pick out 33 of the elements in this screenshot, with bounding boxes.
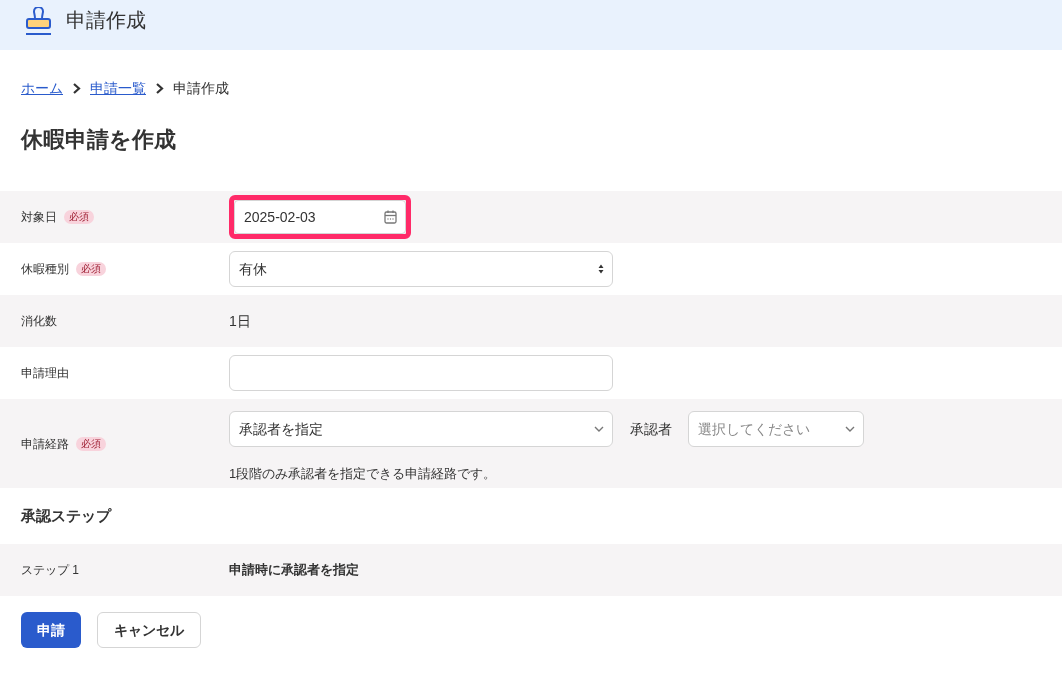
submit-button[interactable]: 申請 — [21, 612, 81, 648]
page-title: 申請作成 — [66, 8, 146, 33]
calendar-icon — [384, 210, 397, 224]
select-field[interactable]: 承認者を指定 — [229, 411, 613, 448]
chevron-down-icon — [845, 426, 855, 433]
date-field[interactable]: 2025-02-03 — [234, 200, 406, 234]
form-heading: 休暇申請を作成 — [21, 126, 176, 154]
breadcrumb-link[interactable]: 申請一覧 — [90, 77, 146, 99]
step-label: ステップ 1 — [21, 562, 79, 579]
chevron-right-icon — [155, 82, 164, 94]
required-tag: 必須 — [76, 436, 106, 451]
field-value: 1日 — [229, 313, 251, 329]
stamp-icon — [25, 7, 52, 37]
field-label: 申請理由 — [21, 365, 69, 382]
cancel-button[interactable]: キャンセル — [97, 612, 201, 648]
field-label: 申請経路 — [21, 435, 69, 453]
required-tag: 必須 — [64, 210, 94, 224]
chevron-right-icon — [72, 82, 81, 94]
field-label: 消化数 — [21, 313, 57, 330]
chevron-down-icon — [594, 426, 604, 433]
step-value: 申請時に承認者を指定 — [229, 561, 359, 580]
select-field[interactable]: 有休 — [229, 251, 613, 287]
field-label: 承認者 — [630, 419, 672, 439]
field-label: 休暇種別 — [21, 261, 69, 278]
up-down-arrows-icon — [598, 264, 604, 274]
field-label: 対象日 — [21, 209, 57, 226]
required-tag: 必須 — [76, 262, 106, 276]
breadcrumb-current: 申請作成 — [173, 78, 229, 98]
help-text: 1段階のみ承認者を指定できる申請経路です。 — [229, 465, 497, 484]
section-heading: 承認ステップ — [21, 506, 111, 526]
select-field[interactable]: 選択してください — [688, 411, 864, 448]
breadcrumb-link[interactable]: ホーム — [21, 77, 63, 99]
text-input[interactable] — [229, 355, 613, 391]
